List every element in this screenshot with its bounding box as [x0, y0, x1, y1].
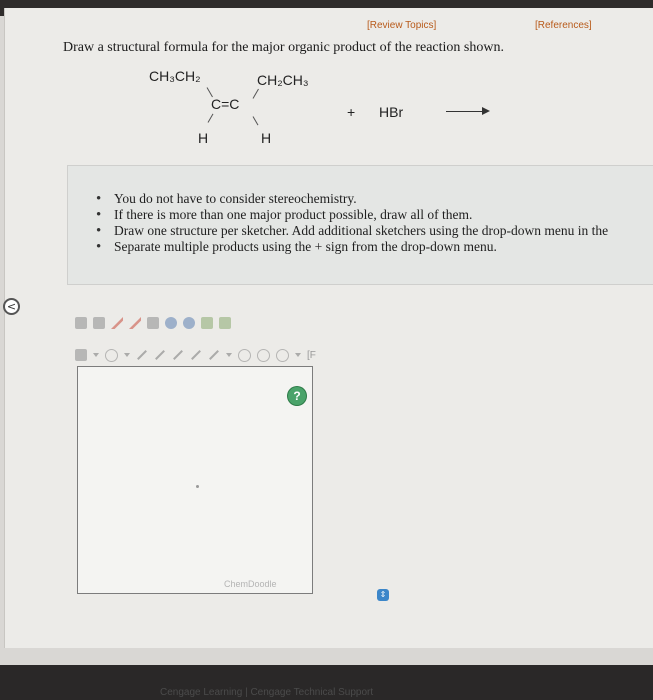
lasso-icon[interactable] — [129, 317, 141, 329]
hydrogen-right: H — [261, 130, 272, 146]
ring-icon[interactable] — [257, 348, 270, 362]
save-icon[interactable] — [93, 317, 105, 329]
open-icon[interactable] — [75, 317, 87, 329]
undo-icon[interactable] — [147, 317, 159, 329]
zoom-in-icon[interactable] — [165, 317, 177, 329]
sketcher-dropdown-button[interactable]: ⇕ — [377, 589, 389, 601]
ethyl-group-left: CH₃CH₂ — [149, 68, 201, 84]
instructions-box: You do not have to consider stereochemis… — [67, 165, 653, 285]
bond-line — [252, 116, 259, 126]
ring-icon[interactable] — [238, 348, 251, 362]
reagent-hbr: HBr — [379, 104, 404, 120]
triple-bond-icon[interactable] — [173, 350, 183, 360]
sketcher-canvas[interactable]: ? ChemDoodle — [77, 366, 313, 594]
reaction-scheme: CH₃CH₂ CH₂CH₃ C=C H H + HBr — [5, 8, 653, 158]
instruction-item: Separate multiple products using the + s… — [96, 239, 608, 255]
reaction-arrow-icon — [446, 107, 490, 115]
help-button[interactable]: ? — [288, 387, 306, 405]
eraser-icon[interactable] — [111, 317, 123, 329]
ethyl-group-right: CH₂CH₃ — [257, 72, 309, 88]
template-button[interactable]: [F — [307, 350, 316, 361]
chevron-down-icon[interactable] — [124, 353, 130, 357]
hydrogen-left: H — [198, 130, 209, 146]
chevron-down-icon[interactable] — [295, 353, 301, 357]
back-arrow-icon[interactable]: < — [3, 298, 20, 315]
chemdoodle-logo: ChemDoodle — [224, 579, 277, 589]
footer-links[interactable]: Cengage Learning | Cengage Technical Sup… — [160, 687, 373, 698]
sketcher-toolbar-top — [75, 314, 231, 332]
copy-icon[interactable] — [201, 317, 213, 329]
footer-bar: Cengage Learning | Cengage Technical Sup… — [0, 665, 653, 700]
alkene-double-bond: C=C — [211, 96, 240, 112]
ring-icon[interactable] — [276, 348, 289, 362]
bond-line — [252, 88, 259, 99]
bond-line — [206, 87, 213, 98]
atom-carbon-icon[interactable] — [75, 349, 87, 361]
chevron-down-icon[interactable] — [226, 353, 232, 357]
wedge-bond-icon[interactable] — [191, 350, 201, 360]
bond-line — [207, 113, 214, 123]
double-bond-icon[interactable] — [155, 350, 165, 360]
instruction-item: Draw one structure per sketcher. Add add… — [96, 223, 608, 239]
instructions-list: You do not have to consider stereochemis… — [96, 191, 608, 255]
single-bond-icon[interactable] — [137, 350, 147, 360]
charge-icon[interactable] — [105, 348, 118, 362]
question-page: [Review Topics] [References] Draw a stru… — [4, 8, 653, 648]
instruction-item: If there is more than one major product … — [96, 207, 608, 223]
instruction-item: You do not have to consider stereochemis… — [96, 191, 608, 207]
paste-icon[interactable] — [219, 317, 231, 329]
cursor-dot — [196, 485, 199, 488]
zoom-out-icon[interactable] — [183, 317, 195, 329]
plus-sign: + — [347, 104, 356, 120]
sketcher-toolbar-bottom: [F — [75, 346, 316, 364]
chevron-down-icon[interactable] — [93, 353, 99, 357]
hash-bond-icon[interactable] — [209, 350, 219, 360]
